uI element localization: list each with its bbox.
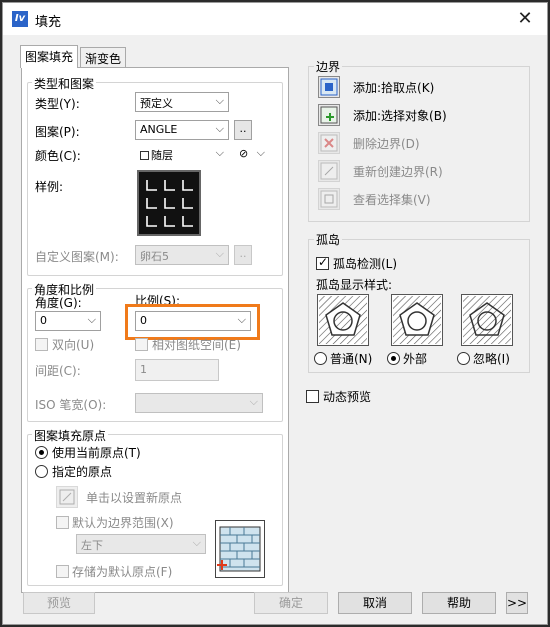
add-select-objects-button[interactable] (318, 104, 340, 126)
remove-boundaries-button[interactable] (318, 132, 340, 154)
custom-pattern-select[interactable]: 卵石5 ⌵ (135, 245, 229, 265)
island-detection-checkbox[interactable] (316, 255, 329, 270)
color-label: 颜色(C): (35, 149, 81, 163)
chevron-down-icon: ⌵ (215, 146, 224, 159)
origin-preview (215, 520, 265, 578)
chevron-down-icon: ⌵ (215, 247, 224, 260)
chevron-down-icon: ⌵ (192, 536, 201, 549)
island-normal-icon (319, 296, 367, 344)
hatch-origin-group-label: 图案填充原点 (32, 427, 109, 444)
view-selection-icon (320, 190, 338, 208)
chevron-down-icon: ⌵ (249, 395, 258, 408)
pick-point-icon (320, 78, 338, 96)
relative-paper-space-label: 相对图纸空间(E) (152, 338, 241, 352)
add-pick-points-button[interactable] (318, 76, 340, 98)
cancel-button[interactable]: 取消 (338, 592, 412, 614)
hatch-dialog: Iv 填充 ✕ 图案填充 渐变色 类型和图案 类型(Y): 预定义 ⌵ 图案(P)… (2, 2, 548, 625)
pattern-sample-preview[interactable] (137, 170, 201, 236)
more-options-button[interactable]: >> (506, 592, 528, 614)
remove-boundary-icon (320, 134, 338, 152)
use-current-origin-radio[interactable] (35, 446, 48, 459)
sample-label: 样例: (35, 180, 64, 194)
island-detection-label: 孤岛检测(L) (333, 257, 398, 271)
island-outer-label: 外部 (403, 352, 428, 366)
chevron-down-icon: ⌵ (215, 94, 224, 107)
island-ignore-radio[interactable] (457, 352, 470, 365)
title-bar: Iv 填充 ✕ (3, 3, 547, 35)
set-origin-button[interactable] (56, 486, 78, 508)
chevron-down-icon: ⌵ (215, 122, 224, 135)
tab-gradient[interactable]: 渐变色 (80, 47, 127, 68)
origin-position-select[interactable]: 左下 ⌵ (76, 534, 206, 554)
island-style-label: 孤岛显示样式: (316, 278, 393, 292)
window-title: 填充 (35, 15, 62, 30)
iso-pen-width-select[interactable]: ⌵ (135, 393, 263, 413)
chevron-down-icon: ⌵ (256, 146, 265, 159)
specified-origin-label: 指定的原点 (52, 465, 113, 479)
spacing-input[interactable]: 1 (135, 359, 219, 381)
island-outer-radio[interactable] (387, 352, 400, 365)
island-outer-icon (393, 296, 441, 344)
island-normal-radio[interactable] (314, 352, 327, 365)
add-pick-points-label: 添加:拾取点(K) (353, 81, 435, 95)
dynamic-preview-checkbox[interactable] (306, 390, 319, 403)
default-boundary-checkbox[interactable] (56, 516, 69, 529)
angle-pattern-icon (146, 180, 193, 227)
type-pattern-group-label: 类型和图案 (32, 75, 97, 92)
brick-pattern-icon (217, 526, 261, 572)
close-icon[interactable]: ✕ (513, 7, 537, 31)
use-current-origin-label: 使用当前原点(T) (52, 446, 141, 460)
recreate-boundary-icon (320, 162, 338, 180)
store-default-origin-checkbox[interactable] (56, 565, 69, 578)
type-label: 类型(Y): (35, 97, 80, 111)
default-boundary-label: 默认为边界范围(X) (72, 516, 174, 530)
island-style-ignore-preview[interactable] (461, 294, 513, 346)
tab-pattern-fill[interactable]: 图案填充 (20, 45, 79, 68)
specified-origin-radio[interactable] (35, 465, 48, 478)
angle-select[interactable]: 0 ⌵ (35, 311, 101, 331)
spacing-label: 间距(C): (35, 364, 81, 378)
island-normal-label: 普通(N) (330, 352, 373, 366)
pattern-label: 图案(P): (35, 125, 80, 139)
type-select[interactable]: 预定义 ⌵ (135, 92, 229, 112)
island-group-label: 孤岛 (314, 231, 343, 248)
view-selections-button[interactable] (318, 188, 340, 210)
boundary-group-label: 边界 (314, 58, 343, 75)
click-set-origin-label: 单击以设置新原点 (86, 491, 183, 505)
help-button[interactable]: 帮助 (422, 592, 496, 614)
island-ignore-icon (463, 296, 511, 344)
preview-button[interactable]: 预览 (23, 592, 95, 614)
island-style-outer-preview[interactable] (391, 294, 443, 346)
island-style-normal-preview[interactable] (317, 294, 369, 346)
recreate-boundary-button[interactable] (318, 160, 340, 182)
custom-pattern-browse-button[interactable]: .. (234, 245, 252, 265)
scale-highlight-box (125, 304, 260, 340)
island-ignore-label: 忽略(I) (473, 352, 510, 366)
angle-label: 角度(G): (35, 296, 82, 310)
pattern-select[interactable]: ANGLE ⌵ (135, 120, 229, 140)
custom-pattern-label: 自定义图案(M): (35, 250, 119, 264)
add-select-objects-label: 添加:选择对象(B) (353, 109, 447, 123)
ok-button[interactable]: 确定 (254, 592, 328, 614)
color-select[interactable]: 随层 ⌵ (135, 144, 229, 164)
recreate-boundary-label: 重新创建边界(R) (353, 165, 443, 179)
relative-paper-space-checkbox[interactable] (135, 338, 148, 351)
bidirectional-label: 双向(U) (52, 338, 95, 352)
background-color-select[interactable]: ⊘ ⌵ (234, 144, 270, 164)
pattern-fill-panel: 类型和图案 类型(Y): 预定义 ⌵ 图案(P): ANGLE ⌵ .. 颜色(C)… (21, 67, 289, 593)
chevron-down-icon: ⌵ (87, 313, 96, 326)
bidirectional-checkbox[interactable] (35, 338, 48, 351)
view-selections-label: 查看选择集(V) (353, 193, 431, 207)
iso-pen-width-label: ISO 笔宽(O): (35, 398, 107, 412)
app-icon: Iv (12, 11, 28, 27)
store-default-origin-label: 存储为默认原点(F) (72, 565, 173, 579)
dynamic-preview-label: 动态预览 (323, 390, 372, 404)
remove-boundaries-label: 删除边界(D) (353, 137, 420, 151)
color-swatch-icon (140, 151, 149, 160)
pick-origin-icon (59, 489, 75, 505)
select-objects-icon (320, 106, 338, 124)
pattern-browse-button[interactable]: .. (234, 120, 252, 140)
